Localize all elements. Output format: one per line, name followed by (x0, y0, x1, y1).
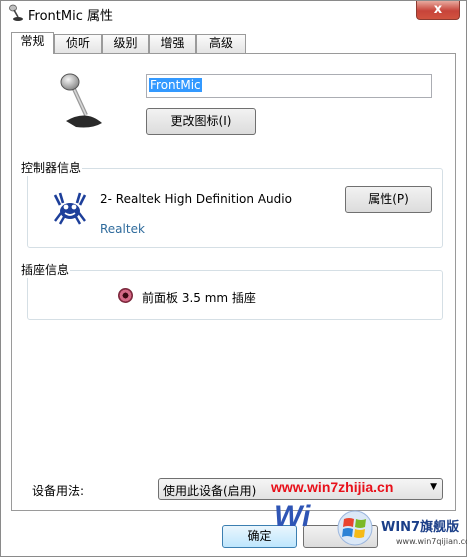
device-usage-value: 使用此设备(启用) (163, 484, 257, 498)
window-title: FrontMic 属性 (28, 9, 113, 24)
watermark-site: www.win7qijian.com (396, 537, 467, 546)
tab-enhancements[interactable]: 增强 (149, 34, 196, 53)
device-usage-label: 设备用法: (32, 484, 85, 498)
properties-button[interactable]: 属性(P) (345, 186, 432, 213)
watermark-url: www.win7zhijia.cn (271, 479, 394, 495)
watermark-big-text: Wi (274, 500, 311, 533)
controller-info-group: 控制器信息 2- Realtek High Definition Audio R… (20, 159, 443, 248)
audio-jack-icon (118, 288, 133, 303)
realtek-crab-icon (53, 192, 87, 225)
tab-listen[interactable]: 侦听 (54, 34, 102, 53)
device-name-value: FrontMic (149, 78, 202, 92)
title-bar[interactable]: FrontMic 属性 x (1, 1, 466, 27)
windows-flag-icon (337, 510, 373, 546)
controller-info-label: 控制器信息 (20, 159, 83, 176)
microphone-icon (60, 73, 102, 128)
general-panel: FrontMic 更改图标(I) 控制器信息 2- Realtek High D… (11, 53, 456, 511)
change-icon-button[interactable]: 更改图标(I) (146, 108, 256, 135)
jack-info-label: 插座信息 (20, 261, 71, 278)
chevron-down-icon: ▼ (430, 482, 437, 492)
microphone-icon (9, 4, 23, 21)
device-name-input[interactable]: FrontMic (146, 74, 432, 98)
tab-advanced[interactable]: 高级 (196, 34, 246, 53)
tab-general[interactable]: 常规 (11, 32, 54, 54)
close-button[interactable]: x (416, 1, 460, 20)
controller-vendor: Realtek (100, 222, 145, 236)
properties-window: FrontMic 属性 x 常规 侦听 级别 增强 高级 FrontMic 更改… (0, 0, 467, 557)
tab-levels[interactable]: 级别 (102, 34, 149, 53)
tab-strip: 常规 侦听 级别 增强 高级 (11, 32, 451, 54)
controller-name: 2- Realtek High Definition Audio (100, 192, 292, 206)
watermark-logo: Wi WIN7旗舰版 www.win7qijian.com (264, 500, 467, 557)
watermark-brand: WIN7旗舰版 (381, 520, 460, 535)
jack-description: 前面板 3.5 mm 插座 (142, 291, 256, 305)
jack-info-group: 插座信息 前面板 3.5 mm 插座 (20, 261, 443, 320)
